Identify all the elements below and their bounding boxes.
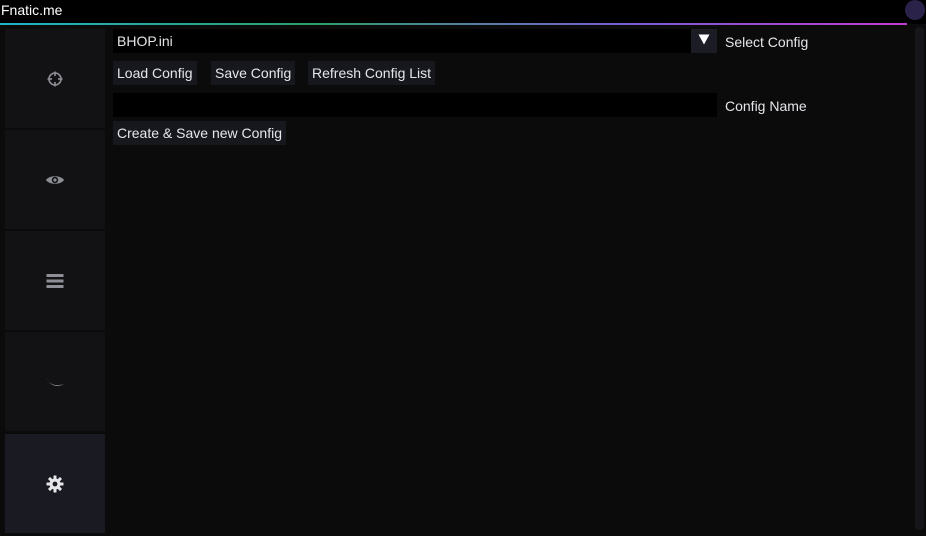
tab-skins[interactable] <box>5 332 105 431</box>
config-name-input[interactable] <box>113 93 717 117</box>
crosshair-icon <box>46 70 64 88</box>
load-config-button[interactable]: Load Config <box>113 61 197 85</box>
menu-lines-icon <box>46 273 64 289</box>
config-select-value: BHOP.ini <box>117 33 173 49</box>
create-save-config-button[interactable]: Create & Save new Config <box>113 121 286 145</box>
sidebar <box>5 29 105 533</box>
eye-icon <box>45 173 65 187</box>
config-name-label: Config Name <box>725 98 807 114</box>
scrollbar-thumb[interactable] <box>915 27 924 530</box>
settings-panel: BHOP.ini Select Config Load Config Save … <box>113 25 908 536</box>
tab-visuals[interactable] <box>5 130 105 229</box>
tab-misc[interactable] <box>5 231 105 330</box>
close-button[interactable] <box>905 0 925 20</box>
save-config-button[interactable]: Save Config <box>211 61 296 85</box>
tab-settings[interactable] <box>5 434 105 533</box>
refresh-config-list-button[interactable]: Refresh Config List <box>308 61 436 85</box>
gear-icon <box>46 475 64 493</box>
app-window: Fnatic.me BHOP.ini Select Config Load Co… <box>0 0 926 536</box>
select-config-label: Select Config <box>725 34 809 50</box>
triangle-down-icon <box>698 32 710 50</box>
window-title: Fnatic.me <box>1 2 63 18</box>
crescent-icon <box>45 375 65 389</box>
content-area: BHOP.ini Select Config Load Config Save … <box>0 25 926 536</box>
config-select-arrow-button[interactable] <box>691 29 717 53</box>
tab-aimbot[interactable] <box>5 29 105 128</box>
scrollbar[interactable] <box>915 27 924 530</box>
config-select[interactable]: BHOP.ini <box>113 29 717 53</box>
title-bar[interactable]: Fnatic.me <box>0 0 926 25</box>
